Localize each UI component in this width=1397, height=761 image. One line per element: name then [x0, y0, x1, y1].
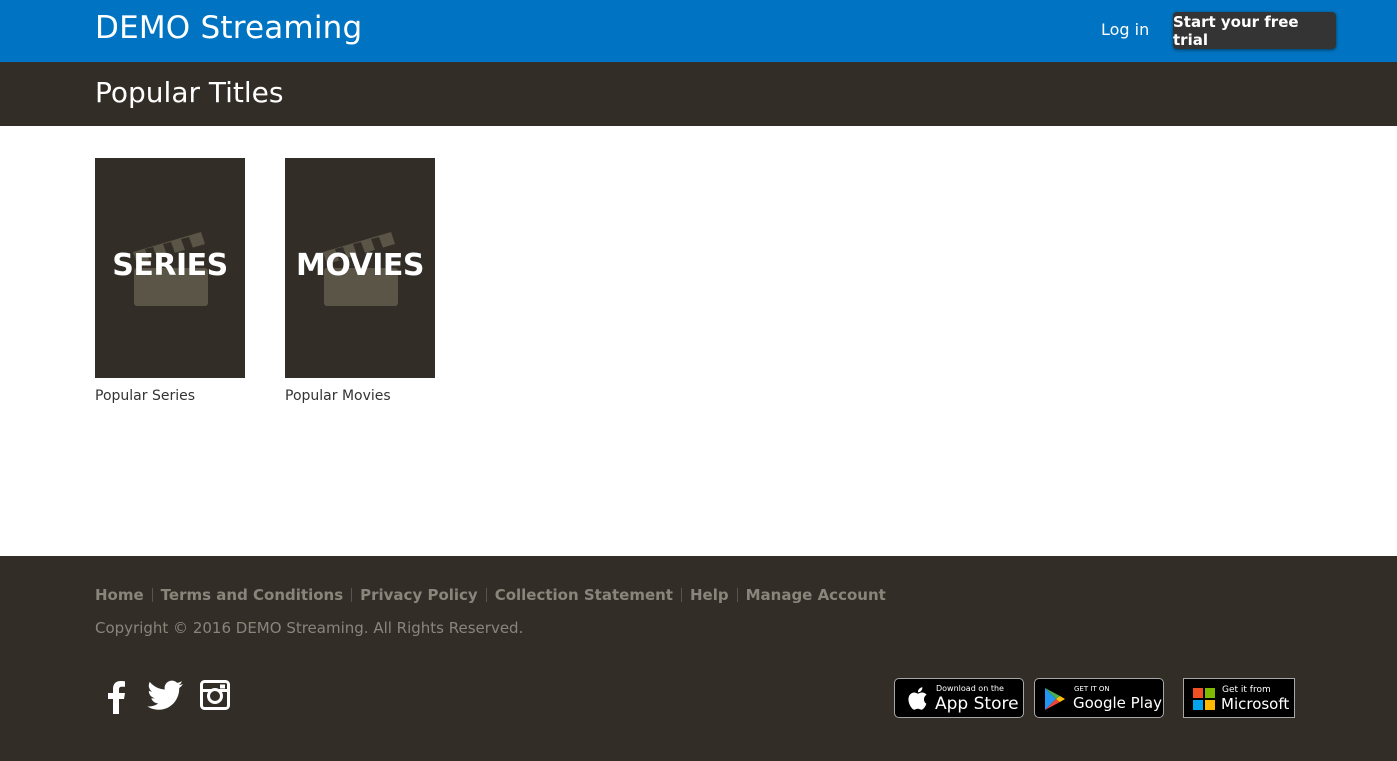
copyright-text: Copyright © 2016 DEMO Streaming. All Rig… — [95, 619, 524, 637]
microsoft-big-text: Microsoft — [1221, 695, 1290, 713]
microsoft-logo-icon — [1193, 688, 1215, 710]
footer-link-help[interactable]: Help — [690, 586, 729, 604]
footer-link-manage-account[interactable]: Manage Account — [746, 586, 886, 604]
footer-link-terms[interactable]: Terms and Conditions — [161, 586, 343, 604]
google-play-small-text: GET IT ON — [1074, 685, 1110, 693]
instagram-icon[interactable] — [200, 680, 230, 710]
divider — [485, 588, 487, 602]
page-title-bar: Popular Titles — [0, 62, 1397, 126]
divider — [680, 588, 682, 602]
microsoft-store-badge[interactable]: Get it from Microsoft — [1183, 678, 1295, 718]
footer-link-home[interactable]: Home — [95, 586, 144, 604]
footer-link-privacy[interactable]: Privacy Policy — [360, 586, 478, 604]
google-play-big-text: Google Play — [1073, 694, 1162, 712]
app-store-big-text: App Store — [935, 694, 1019, 714]
facebook-icon[interactable] — [104, 680, 128, 714]
start-free-trial-button[interactable]: Start your free trial — [1173, 12, 1336, 49]
popular-movies-tile[interactable]: MOVIES Popular Movies — [285, 158, 435, 404]
microsoft-small-text: Get it from — [1222, 685, 1271, 695]
footer-links: Home Terms and Conditions Privacy Policy… — [95, 586, 886, 604]
popular-series-tile[interactable]: SERIES Popular Series — [95, 158, 245, 404]
twitter-icon[interactable] — [146, 680, 184, 712]
series-poster[interactable]: SERIES — [95, 158, 245, 378]
divider — [351, 588, 353, 602]
apple-icon — [908, 687, 927, 710]
google-play-icon — [1045, 688, 1065, 710]
brand-logo[interactable]: DEMO Streaming — [95, 10, 362, 46]
movies-poster[interactable]: MOVIES — [285, 158, 435, 378]
google-play-badge[interactable]: GET IT ON Google Play — [1034, 678, 1164, 718]
movies-poster-text: MOVIES — [295, 248, 425, 283]
page-title: Popular Titles — [95, 76, 284, 109]
popular-series-caption[interactable]: Popular Series — [95, 388, 245, 404]
series-poster-text: SERIES — [112, 248, 228, 283]
popular-movies-caption[interactable]: Popular Movies — [285, 388, 435, 404]
divider — [151, 588, 153, 602]
app-store-badge[interactable]: Download on the App Store — [894, 678, 1024, 718]
top-navbar: DEMO Streaming Log in Start your free tr… — [0, 0, 1397, 62]
divider — [736, 588, 738, 602]
footer-link-collection[interactable]: Collection Statement — [495, 586, 673, 604]
login-link[interactable]: Log in — [1101, 20, 1149, 39]
footer: Home Terms and Conditions Privacy Policy… — [0, 556, 1397, 761]
app-store-small-text: Download on the — [936, 684, 1004, 693]
